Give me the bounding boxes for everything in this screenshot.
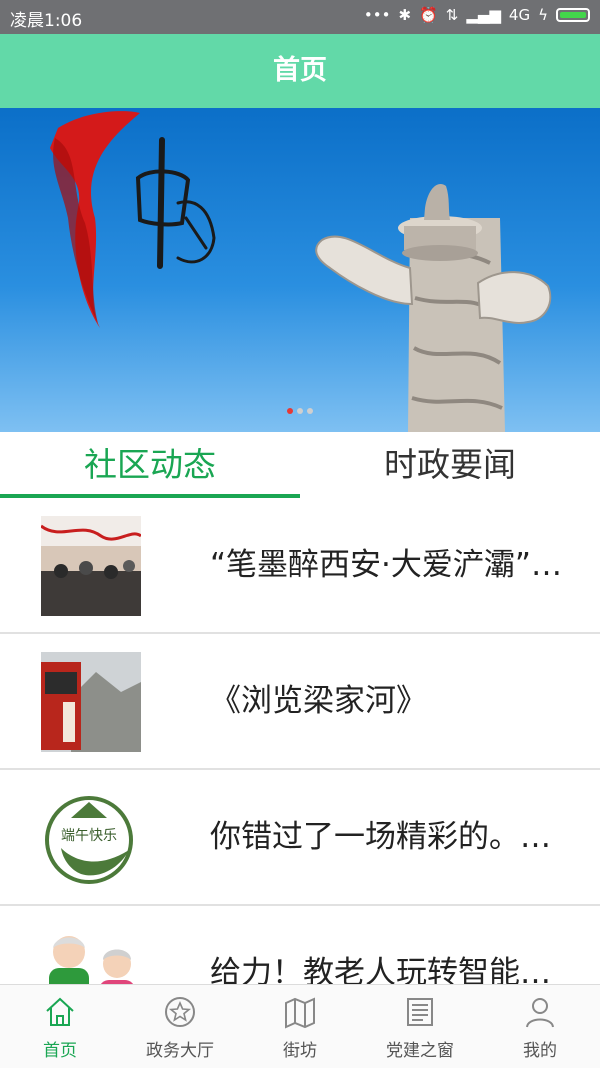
charging-icon: ϟ <box>538 6 548 24</box>
nav-label: 街坊 <box>283 1041 317 1061</box>
nav-label: 政务大厅 <box>146 1041 214 1061</box>
news-title: “笔墨醉西安·大爱浐灞”… <box>210 547 562 583</box>
nav-party-window[interactable]: 党建之窗 <box>360 985 480 1068</box>
red-ribbon-shape <box>50 111 140 328</box>
app-header: 首页 <box>0 34 600 108</box>
star-circle-icon <box>165 997 195 1027</box>
nav-label: 首页 <box>43 1041 77 1061</box>
signal-icon: ▂▄▆ <box>466 6 501 24</box>
list-item[interactable]: “笔墨醉西安·大爱浐灞”… <box>0 498 600 634</box>
newspaper-icon <box>407 998 433 1026</box>
calligraphy-mark <box>135 137 216 269</box>
book-cover-thumbnail <box>41 652 141 752</box>
nav-neighborhood[interactable]: 街坊 <box>240 985 360 1068</box>
map-icon <box>285 997 315 1029</box>
bottom-navigation: 首页 政务大厅 街坊 党建之窗 我的 <box>0 984 600 1068</box>
tab-label: 时政要闻 <box>384 445 516 484</box>
news-title: 给力！教老人玩转智能… <box>210 955 551 984</box>
nav-label: 党建之窗 <box>386 1041 454 1061</box>
dragon-boat-festival-logo: 端午快乐 <box>45 796 133 884</box>
elderly-cartoon-thumbnail <box>49 936 133 984</box>
huabiao-column <box>315 184 552 432</box>
photo-thumbnail <box>41 516 141 616</box>
status-icons: ••• ✱ ⏰ ⇅ ▂▄▆ 4G ϟ <box>364 6 590 24</box>
news-title: 《浏览梁家河》 <box>210 683 427 719</box>
nav-government-hall[interactable]: 政务大厅 <box>120 985 240 1068</box>
home-icon <box>46 997 74 1026</box>
logo-text: 端午快乐 <box>61 828 117 844</box>
list-item[interactable]: 端午快乐 你错过了一场精彩的。… <box>0 770 600 906</box>
tab-political-news[interactable]: 时政要闻 <box>300 432 600 498</box>
more-dots-icon: ••• <box>363 6 391 24</box>
status-bar: 凌晨1:06 ••• ✱ ⏰ ⇅ ▂▄▆ 4G ϟ <box>0 0 600 34</box>
list-item[interactable]: 《浏览梁家河》 <box>0 634 600 770</box>
banner-image <box>50 111 552 432</box>
news-title: 你错过了一场精彩的。… <box>210 819 551 855</box>
person-icon <box>526 998 554 1028</box>
bluetooth-icon: ✱ <box>398 6 412 24</box>
nav-label: 我的 <box>523 1041 557 1061</box>
battery-icon <box>556 8 590 22</box>
alarm-icon: ⏰ <box>419 6 438 24</box>
news-tabs: 社区动态 时政要闻 <box>0 432 600 498</box>
slide-dot <box>307 408 313 414</box>
tab-community-news[interactable]: 社区动态 <box>0 432 300 498</box>
network-type: 4G <box>508 6 531 24</box>
tab-label: 社区动态 <box>84 445 216 484</box>
slide-dot-active <box>287 408 293 414</box>
list-item[interactable]: 给力！教老人玩转智能… <box>0 906 600 984</box>
status-time: 凌晨1:06 <box>10 11 83 31</box>
nav-home[interactable]: 首页 <box>0 985 120 1068</box>
nav-profile[interactable]: 我的 <box>480 985 600 1068</box>
data-transfer-icon: ⇅ <box>445 6 459 24</box>
banner-carousel[interactable] <box>0 108 600 432</box>
slide-dot <box>297 408 303 414</box>
news-list: “笔墨醉西安·大爱浐灞”… 《浏览梁家河》 端午快乐 你错过了一场精彩的。… 给… <box>0 498 600 984</box>
page-title: 首页 <box>273 55 327 86</box>
